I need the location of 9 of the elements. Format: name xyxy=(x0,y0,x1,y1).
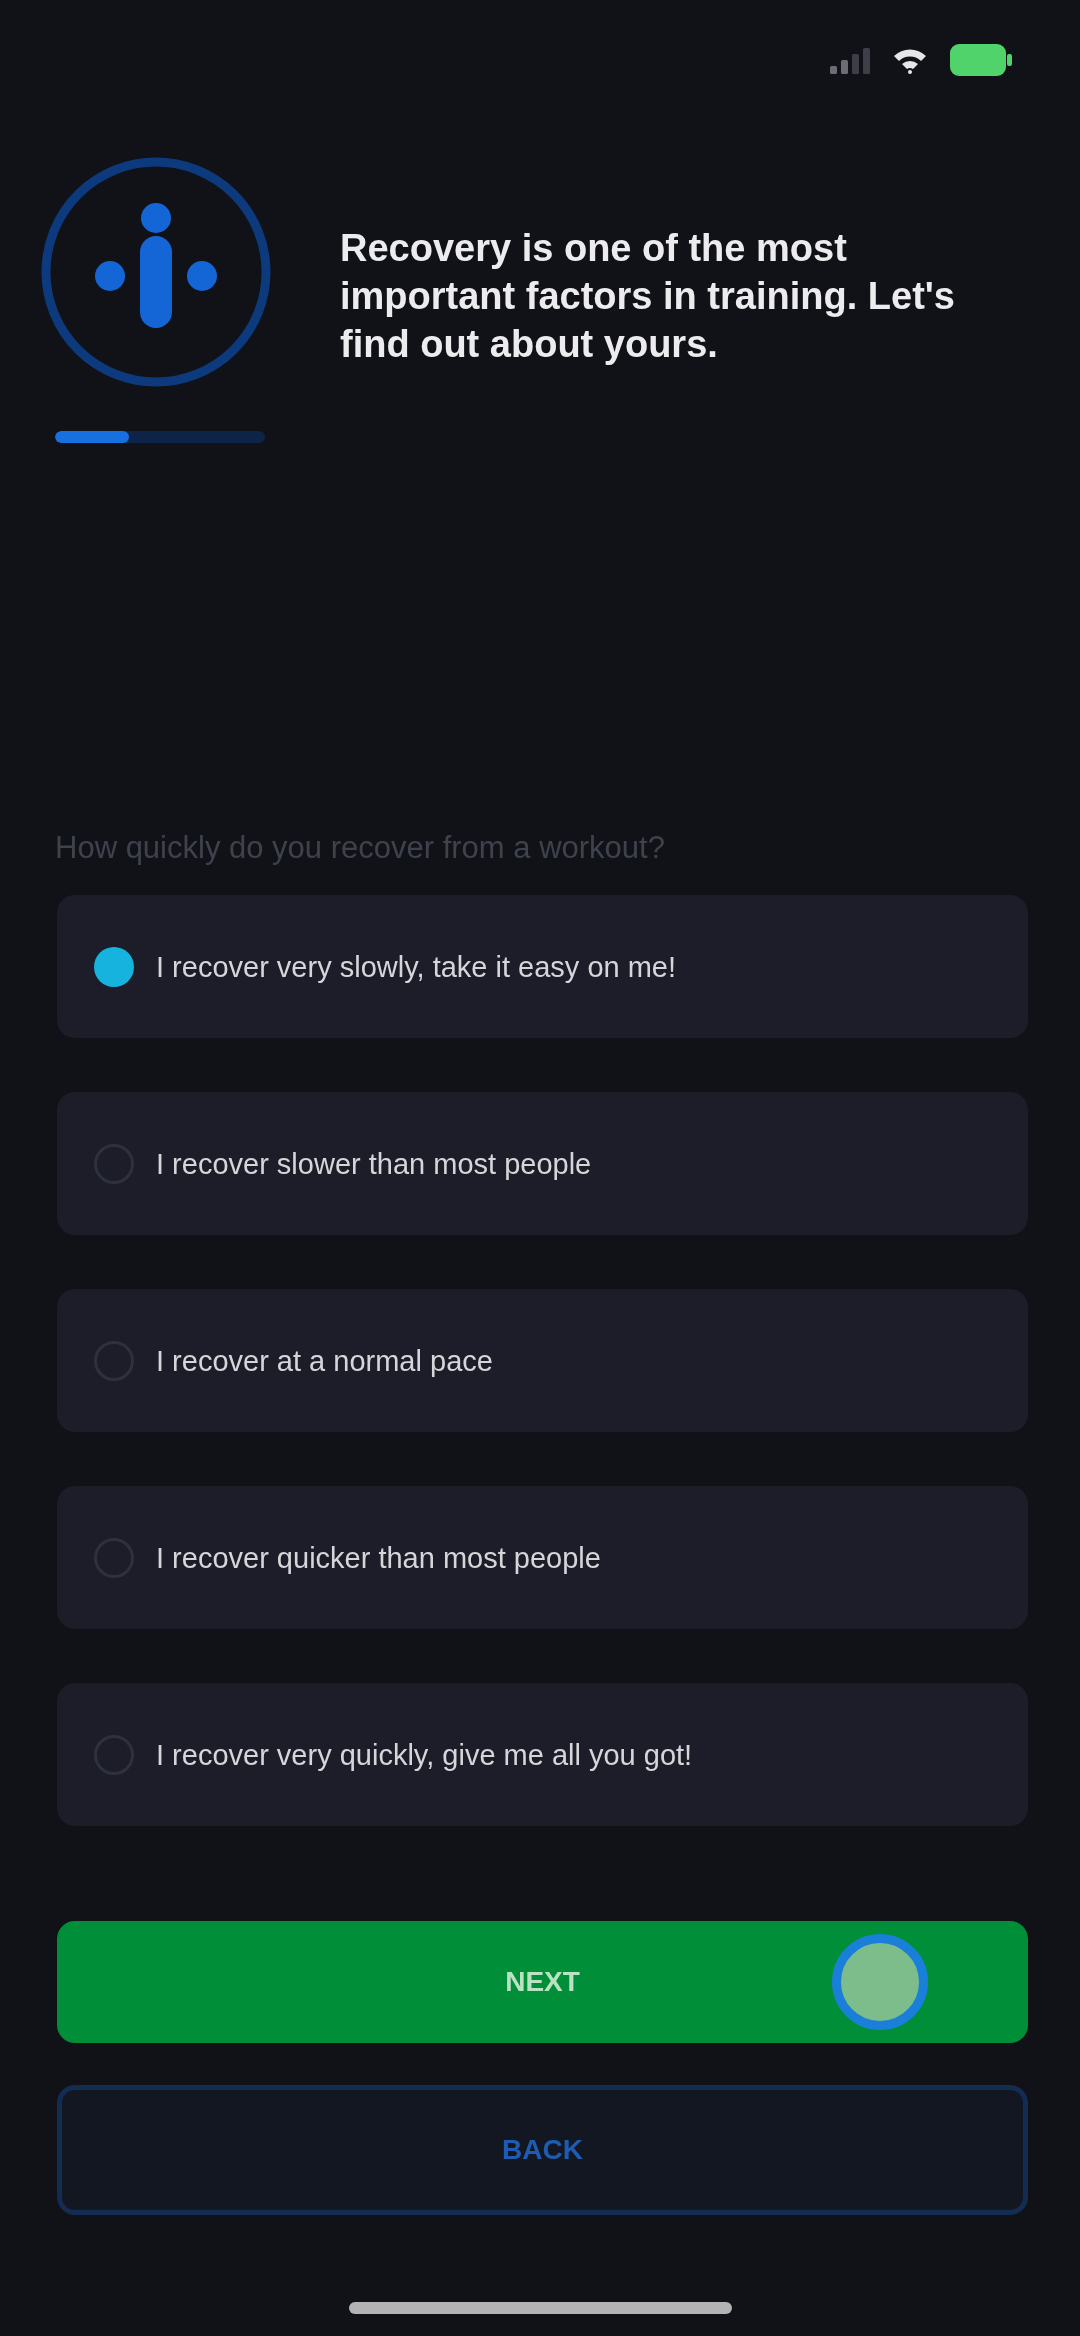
person-in-circle-icon xyxy=(40,156,272,388)
answer-option[interactable]: I recover very quickly, give me all you got! xyxy=(57,1683,1028,1826)
answer-option[interactable]: I recover very slowly, take it easy on me! xyxy=(57,895,1028,1038)
answer-option[interactable]: I recover slower than most people xyxy=(57,1092,1028,1235)
battery-icon xyxy=(950,44,1012,76)
answer-option[interactable]: I recover quicker than most people xyxy=(57,1486,1028,1629)
answer-option[interactable]: I recover at a normal pace xyxy=(57,1289,1028,1432)
signal-icon xyxy=(830,46,870,74)
intro-heading: Recovery is one of the most important factors in training. Let's find out about yours. xyxy=(340,226,956,367)
